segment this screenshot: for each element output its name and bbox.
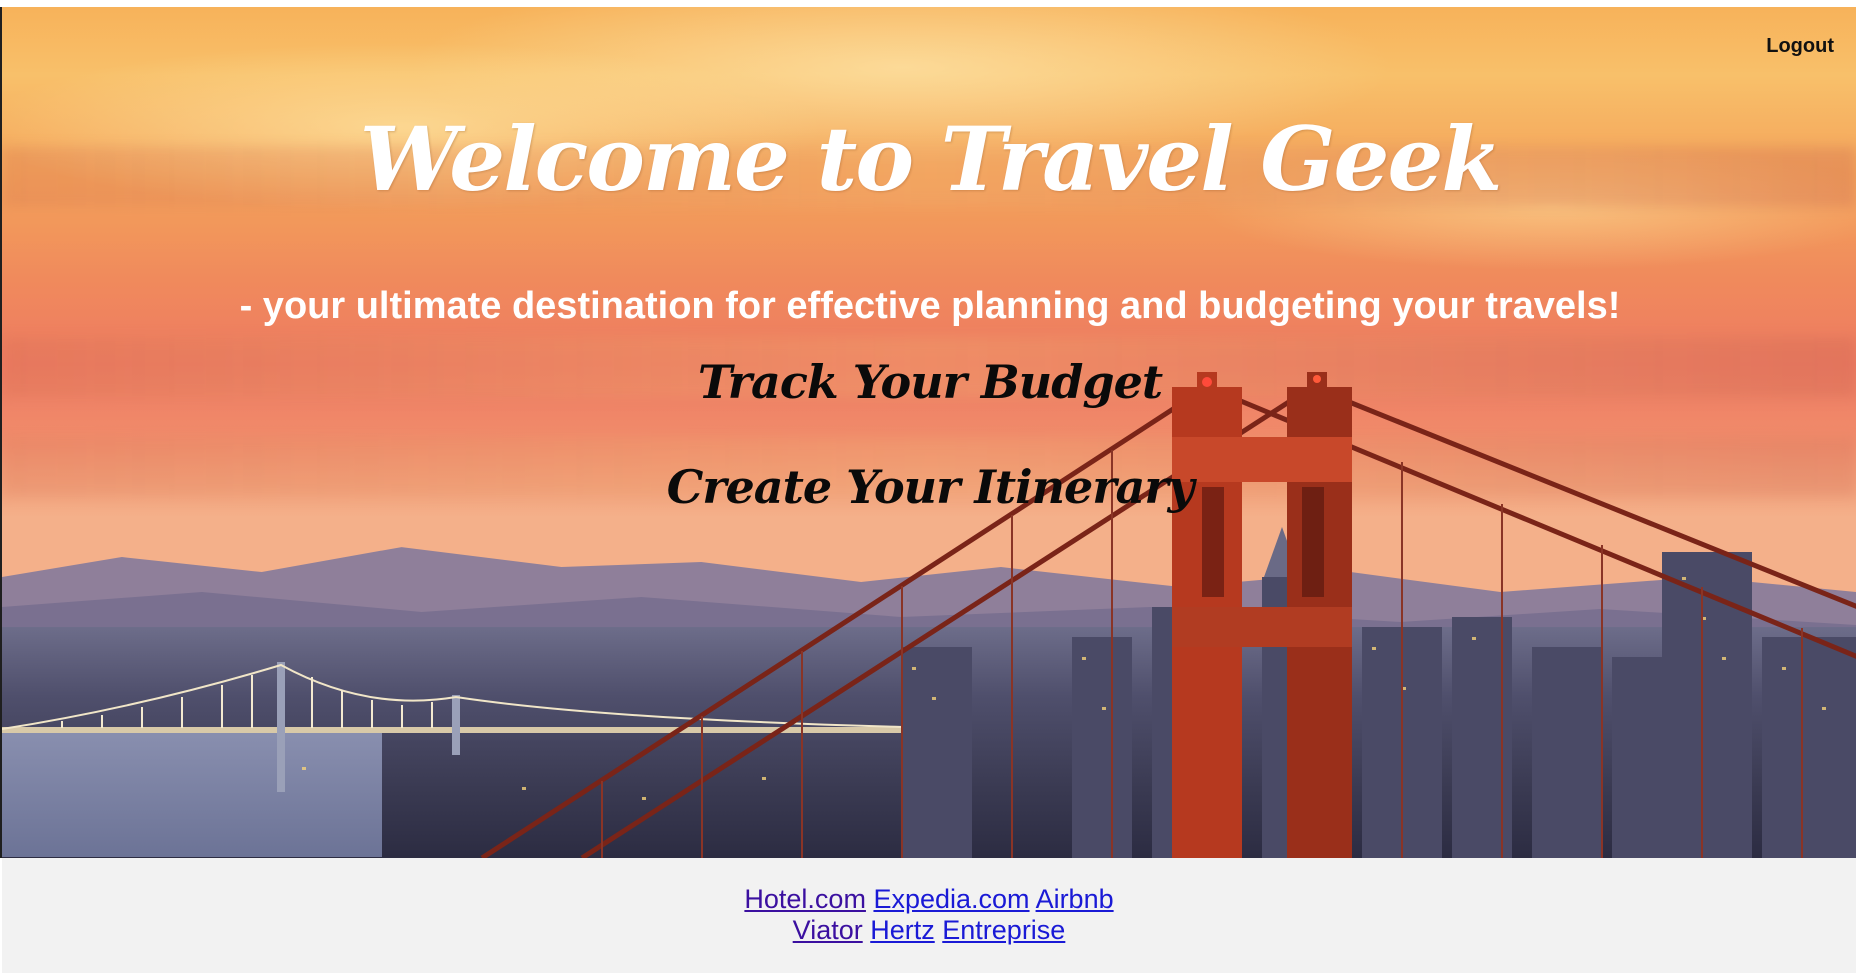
hertz-link[interactable]: Hertz xyxy=(870,915,935,945)
create-itinerary-link[interactable]: Create Your Itinerary xyxy=(2,460,1856,514)
logout-button[interactable]: Logout xyxy=(1766,35,1834,58)
footer-links-row: Viator Hertz Entreprise xyxy=(2,915,1856,946)
page-title: Welcome to Travel Geek xyxy=(359,107,1503,211)
footer-links: Hotel.com Expedia.com Airbnb Viator Hert… xyxy=(2,858,1856,973)
hero-banner: Logout Welcome to Travel Geek - your ult… xyxy=(0,7,1856,858)
footer-links-row: Hotel.com Expedia.com Airbnb xyxy=(2,884,1856,915)
page: Logout Welcome to Travel Geek - your ult… xyxy=(0,0,1856,973)
tagline: - your ultimate destination for effectiv… xyxy=(239,285,1621,327)
bay-bridge xyxy=(2,662,903,792)
expedia-link[interactable]: Expedia.com xyxy=(873,884,1029,914)
entreprise-link[interactable]: Entreprise xyxy=(942,915,1065,945)
track-budget-link[interactable]: Track Your Budget xyxy=(2,355,1856,409)
viator-link[interactable]: Viator xyxy=(793,915,863,945)
airbnb-link[interactable]: Airbnb xyxy=(1036,884,1114,914)
hotel-com-link[interactable]: Hotel.com xyxy=(744,884,866,914)
